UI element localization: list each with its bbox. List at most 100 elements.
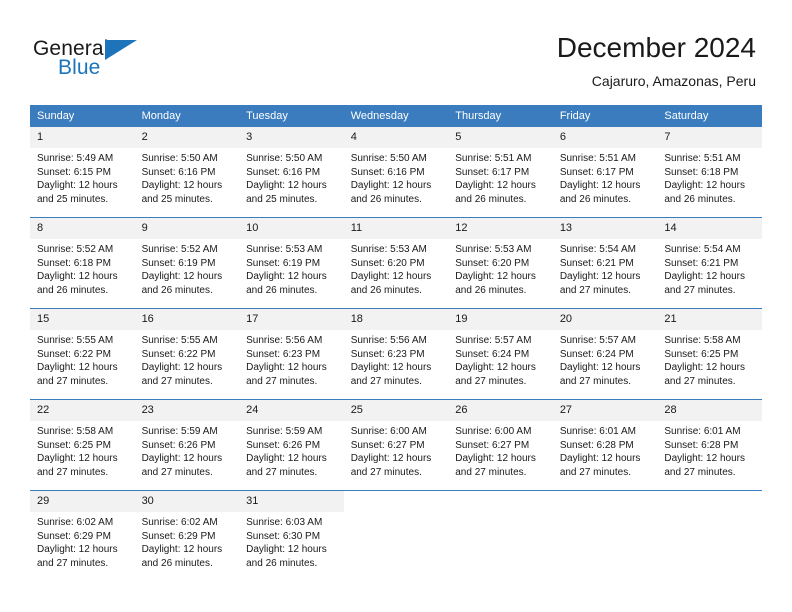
generalblue-logo[interactable]: General Blue (33, 38, 173, 86)
day-details: Sunrise: 5:55 AM Sunset: 6:22 PM Daylight:… (30, 330, 135, 388)
day-cell[interactable]: 19 Sunrise: 5:57 AM Sunset: 6:24 PM Dayligh… (448, 308, 553, 400)
day-details: Sunrise: 5:58 AM Sunset: 6:25 PM Daylight:… (657, 330, 762, 388)
day-number: 9 (134, 218, 240, 239)
day-details: Sunrise: 5:54 AM Sunset: 6:21 PM Daylight:… (657, 239, 762, 297)
sunrise-line: Sunrise: 5:58 AM (37, 426, 114, 437)
sunrise-line: Sunrise: 6:02 AM (141, 517, 218, 528)
sunset-line: Sunset: 6:20 PM (350, 257, 425, 269)
sunrise-line: Sunrise: 5:51 AM (455, 153, 532, 164)
sunrise-line: Sunrise: 5:54 AM (559, 244, 636, 255)
day-cell[interactable]: 20 Sunrise: 5:57 AM Sunset: 6:24 PM Dayligh… (552, 308, 658, 400)
day-details: Sunrise: 5:57 AM Sunset: 6:24 PM Daylight:… (553, 330, 658, 388)
day-number: 21 (657, 309, 762, 330)
day-number: 23 (134, 400, 240, 421)
sunset-line: Sunset: 6:23 PM (350, 348, 425, 360)
calendar-page: General Blue December 2024 Cajaruro, Ama… (0, 0, 792, 612)
day-cell[interactable]: 29 Sunrise: 6:02 AM Sunset: 6:29 PM Dayligh… (30, 490, 135, 581)
sunrise-line: Sunrise: 6:03 AM (246, 517, 323, 528)
day-cell[interactable]: 4 Sunrise: 5:50 AM Sunset: 6:16 PM Daylight… (343, 127, 449, 218)
day-details: Sunrise: 5:54 AM Sunset: 6:21 PM Daylight:… (553, 239, 658, 297)
weekday-header-wednesday: Wednesday (343, 105, 449, 127)
day-cell[interactable]: 22 Sunrise: 5:58 AM Sunset: 6:25 PM Dayligh… (30, 399, 135, 491)
sunset-line: Sunset: 6:30 PM (246, 530, 321, 542)
day-cell[interactable]: 2 Sunrise: 5:50 AM Sunset: 6:16 PM Daylight… (134, 127, 240, 218)
day-number: 12 (448, 218, 553, 239)
sunset-line: Sunset: 6:20 PM (455, 257, 530, 269)
daylight-line: Daylight: 12 hours and 26 minutes. (141, 544, 223, 569)
daylight-line: Daylight: 12 hours and 26 minutes. (37, 271, 118, 296)
day-cell[interactable]: 16 Sunrise: 5:55 AM Sunset: 6:22 PM Dayligh… (134, 308, 240, 400)
day-details: Sunrise: 6:02 AM Sunset: 6:29 PM Daylight:… (30, 512, 135, 570)
day-details: Sunrise: 5:52 AM Sunset: 6:19 PM Daylight:… (135, 239, 240, 297)
daylight-line: Daylight: 12 hours and 27 minutes. (455, 453, 536, 478)
weekday-header-thursday: Thursday (448, 105, 553, 127)
day-cell[interactable]: 11 Sunrise: 5:53 AM Sunset: 6:20 PM Dayligh… (343, 217, 449, 309)
day-cell[interactable]: 1 Sunrise: 5:49 AM Sunset: 6:15 PM Daylight… (30, 127, 135, 218)
sunset-line: Sunset: 6:16 PM (350, 166, 425, 178)
logo-triangle-icon (105, 40, 137, 60)
day-details: Sunrise: 5:56 AM Sunset: 6:23 PM Daylight:… (239, 330, 344, 388)
sunset-line: Sunset: 6:17 PM (559, 166, 634, 178)
daylight-line: Daylight: 12 hours and 27 minutes. (559, 271, 641, 296)
calendar-table: Sunday Monday Tuesday Wednesday Thursday… (30, 105, 762, 581)
day-details: Sunrise: 5:56 AM Sunset: 6:23 PM Daylight:… (344, 330, 449, 388)
daylight-line: Daylight: 12 hours and 27 minutes. (559, 362, 641, 387)
day-cell[interactable]: 8 Sunrise: 5:52 AM Sunset: 6:18 PM Daylight… (30, 217, 135, 309)
day-details: Sunrise: 5:53 AM Sunset: 6:20 PM Daylight:… (448, 239, 553, 297)
day-cell[interactable]: 3 Sunrise: 5:50 AM Sunset: 6:16 PM Daylight… (239, 127, 344, 218)
day-number: 20 (552, 309, 658, 330)
page-subtitle: Cajaruro, Amazonas, Peru (591, 73, 756, 89)
calendar-header-row: Sunday Monday Tuesday Wednesday Thursday… (30, 105, 762, 127)
daylight-line: Daylight: 12 hours and 26 minutes. (664, 180, 745, 205)
sunrise-line: Sunrise: 5:55 AM (37, 335, 114, 346)
day-details: Sunrise: 5:50 AM Sunset: 6:16 PM Daylight:… (239, 148, 344, 206)
day-cell[interactable]: 12 Sunrise: 5:53 AM Sunset: 6:20 PM Dayligh… (448, 217, 553, 309)
sunrise-line: Sunrise: 5:58 AM (664, 335, 741, 346)
sunset-line: Sunset: 6:26 PM (246, 439, 321, 451)
day-cell[interactable]: 23 Sunrise: 5:59 AM Sunset: 6:26 PM Dayligh… (134, 399, 240, 491)
daylight-line: Daylight: 12 hours and 27 minutes. (141, 362, 223, 387)
day-details: Sunrise: 5:59 AM Sunset: 6:26 PM Daylight:… (135, 421, 240, 479)
day-cell[interactable]: 10 Sunrise: 5:53 AM Sunset: 6:19 PM Dayligh… (239, 217, 344, 309)
day-cell[interactable]: 7 Sunrise: 5:51 AM Sunset: 6:18 PM Daylight… (657, 127, 762, 218)
day-details: Sunrise: 6:00 AM Sunset: 6:27 PM Daylight:… (344, 421, 449, 479)
day-cell[interactable]: 25 Sunrise: 6:00 AM Sunset: 6:27 PM Dayligh… (343, 399, 449, 491)
day-cell[interactable]: 17 Sunrise: 5:56 AM Sunset: 6:23 PM Dayligh… (239, 308, 344, 400)
day-cell[interactable]: 9 Sunrise: 5:52 AM Sunset: 6:19 PM Daylight… (134, 217, 240, 309)
day-details: Sunrise: 5:51 AM Sunset: 6:18 PM Daylight:… (657, 148, 762, 206)
sunset-line: Sunset: 6:21 PM (559, 257, 634, 269)
day-number: 3 (239, 127, 344, 148)
daylight-line: Daylight: 12 hours and 25 minutes. (246, 180, 327, 205)
day-cell[interactable]: 28 Sunrise: 6:01 AM Sunset: 6:28 PM Dayligh… (657, 399, 762, 491)
daylight-line: Daylight: 12 hours and 26 minutes. (246, 544, 327, 569)
day-cell[interactable]: 30 Sunrise: 6:02 AM Sunset: 6:29 PM Dayligh… (134, 490, 240, 581)
sunset-line: Sunset: 6:16 PM (246, 166, 321, 178)
weekday-header-sunday: Sunday (30, 105, 135, 127)
day-number: 4 (343, 127, 449, 148)
day-cell[interactable]: 31 Sunrise: 6:03 AM Sunset: 6:30 PM Dayligh… (239, 490, 344, 581)
day-cell[interactable]: 27 Sunrise: 6:01 AM Sunset: 6:28 PM Dayligh… (552, 399, 658, 491)
day-cell[interactable]: 13 Sunrise: 5:54 AM Sunset: 6:21 PM Dayligh… (552, 217, 658, 309)
sunset-line: Sunset: 6:18 PM (37, 257, 111, 269)
day-cell[interactable]: 26 Sunrise: 6:00 AM Sunset: 6:27 PM Dayligh… (448, 399, 553, 491)
day-cell[interactable]: 6 Sunrise: 5:51 AM Sunset: 6:17 PM Daylight… (552, 127, 658, 218)
day-cell[interactable]: 15 Sunrise: 5:55 AM Sunset: 6:22 PM Dayligh… (30, 308, 135, 400)
day-details: Sunrise: 5:58 AM Sunset: 6:25 PM Daylight:… (30, 421, 135, 479)
day-cell[interactable]: 18 Sunrise: 5:56 AM Sunset: 6:23 PM Dayligh… (343, 308, 449, 400)
page-header: General Blue December 2024 Cajaruro, Ama… (0, 0, 792, 100)
sunrise-line: Sunrise: 5:49 AM (37, 153, 114, 164)
sunrise-line: Sunrise: 5:52 AM (37, 244, 114, 255)
sunset-line: Sunset: 6:28 PM (559, 439, 634, 451)
day-number: 27 (552, 400, 658, 421)
day-number: 2 (134, 127, 240, 148)
table-row: 22 Sunrise: 5:58 AM Sunset: 6:25 PM Dayligh… (30, 399, 762, 491)
day-cell[interactable]: 24 Sunrise: 5:59 AM Sunset: 6:26 PM Dayligh… (239, 399, 344, 491)
day-number: 24 (239, 400, 344, 421)
day-cell[interactable]: 5 Sunrise: 5:51 AM Sunset: 6:17 PM Daylight… (448, 127, 553, 218)
sunset-line: Sunset: 6:16 PM (141, 166, 216, 178)
weekday-header-saturday: Saturday (657, 105, 762, 127)
title-block: December 2024 Cajaruro, Amazonas, Peru (557, 31, 756, 91)
day-cell[interactable]: 21 Sunrise: 5:58 AM Sunset: 6:25 PM Dayligh… (657, 308, 762, 400)
day-cell[interactable]: 14 Sunrise: 5:54 AM Sunset: 6:21 PM Dayligh… (657, 217, 762, 309)
daylight-line: Daylight: 12 hours and 26 minutes. (455, 271, 536, 296)
